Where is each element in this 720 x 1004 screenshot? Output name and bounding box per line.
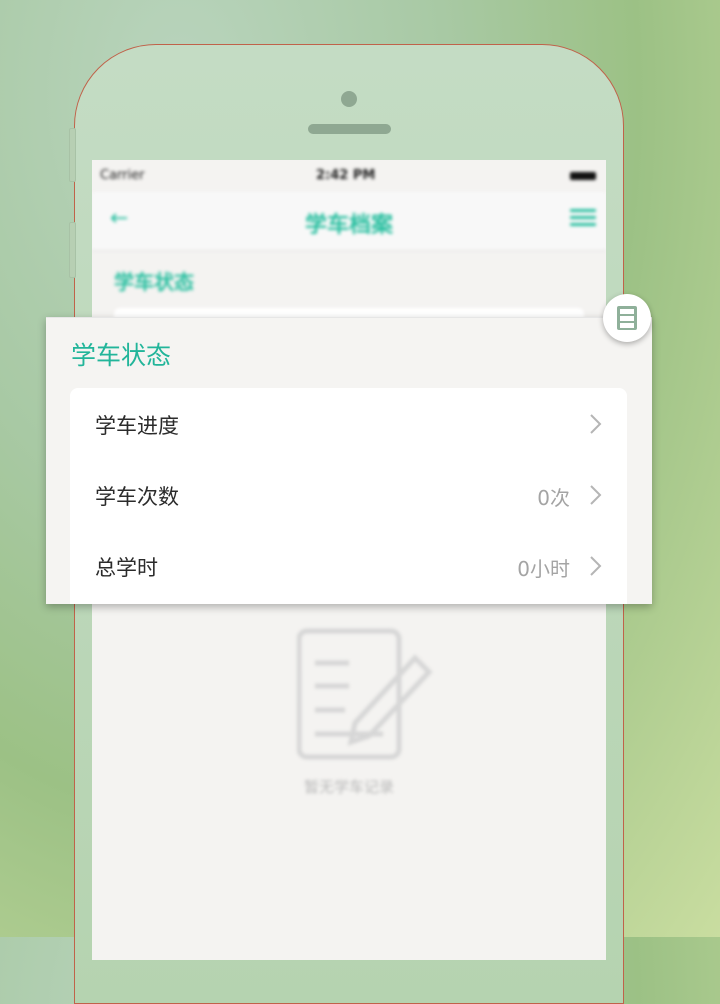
drawer-badge[interactable] <box>603 294 651 342</box>
carrier-label: Carrier <box>100 168 145 183</box>
study-status-popup: 学车状态 学车进度 学车次数 0次 总学时 0小时 <box>46 317 652 604</box>
row-study-progress[interactable]: 学车进度 <box>70 388 627 459</box>
row-label: 学车进度 <box>95 414 179 438</box>
chevron-right-icon <box>590 414 602 434</box>
row-total-hours[interactable]: 总学时 0小时 <box>70 530 627 601</box>
chevron-right-icon <box>590 556 602 576</box>
row-value: 0小时 <box>517 557 570 581</box>
page-title: 学车档案 <box>304 213 393 238</box>
drawer-cabinet-icon <box>617 306 637 330</box>
status-time: 2:42 PM <box>316 168 376 183</box>
speaker-slot <box>308 124 391 134</box>
row-study-count[interactable]: 学车次数 0次 <box>70 459 627 530</box>
document-edit-icon <box>297 628 433 760</box>
status-bar: Carrier 2:42 PM <box>92 160 606 192</box>
chevron-right-icon <box>590 485 602 505</box>
side-button <box>69 222 76 278</box>
menu-icon[interactable] <box>570 209 596 229</box>
row-label: 总学时 <box>95 556 158 580</box>
status-list: 学车进度 学车次数 0次 总学时 0小时 <box>70 388 627 604</box>
empty-state-text: 暂无学车记录 <box>303 778 394 796</box>
section-title: 学车状态 <box>114 270 194 294</box>
popup-title: 学车状态 <box>71 341 172 370</box>
row-label: 学车次数 <box>95 485 179 509</box>
nav-bar: ← 学车档案 <box>92 192 606 251</box>
row-value: 0次 <box>537 486 570 510</box>
camera-dot <box>341 91 357 107</box>
side-button <box>69 128 76 182</box>
battery-icon <box>570 172 596 180</box>
